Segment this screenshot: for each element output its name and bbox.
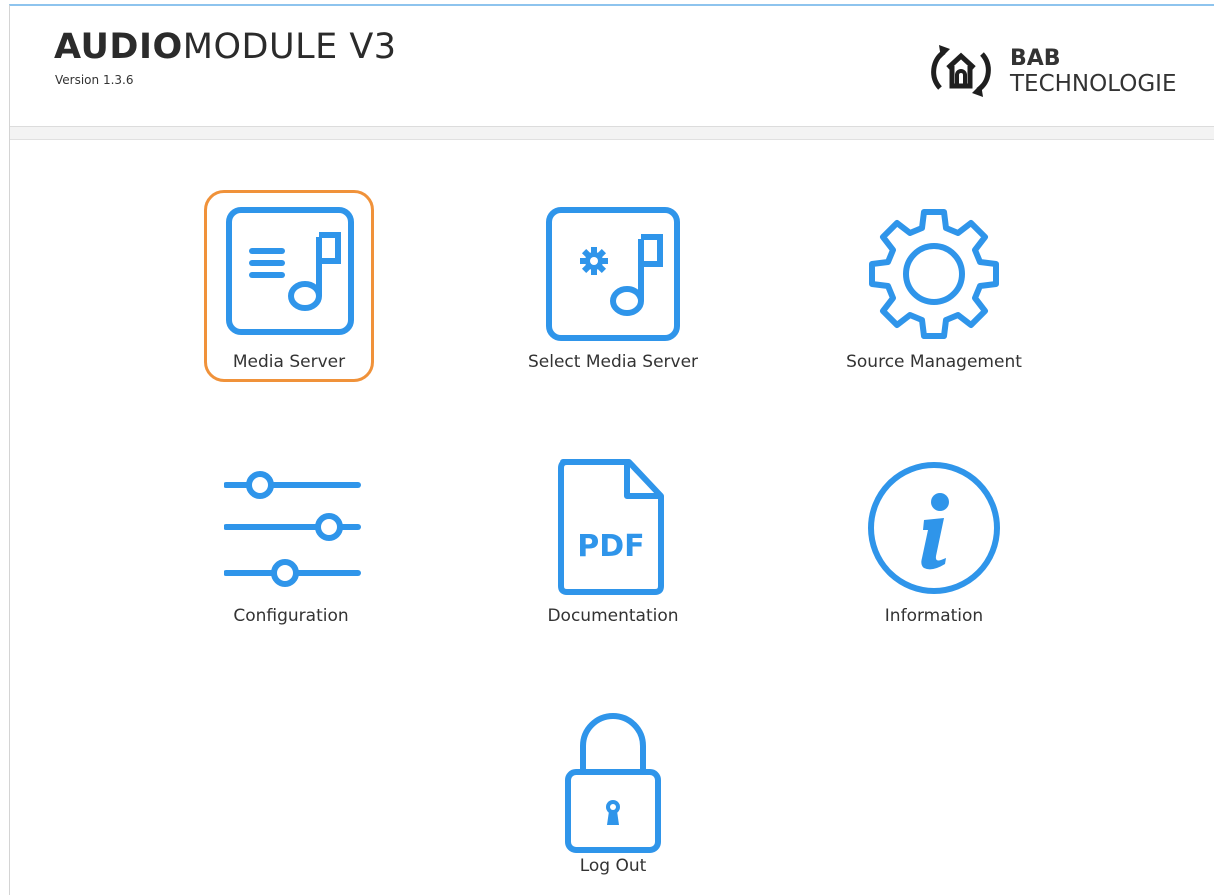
music-gear-icon [546, 207, 680, 341]
info-icon [868, 462, 1000, 594]
tile-select-media-server[interactable]: Select Media Server [518, 190, 708, 382]
tile-label: Information [884, 606, 984, 626]
app-title: AUDIOMODULE V3 [54, 30, 397, 65]
sliders-icon [224, 471, 361, 587]
version-label: Version 1.3.6 [55, 73, 134, 87]
tile-documentation[interactable]: PDF Documentation [518, 455, 708, 635]
tile-label: Source Management [846, 352, 1022, 372]
tile-label: Media Server [232, 352, 346, 372]
header-divider [10, 127, 1214, 140]
tile-information[interactable]: Information [834, 455, 1034, 635]
tile-label: Select Media Server [527, 352, 699, 372]
bab-house-logo-icon [931, 45, 991, 97]
bab-logo-text: BAB TECHNOLOGIE [1010, 46, 1176, 98]
music-list-icon [226, 207, 354, 335]
app-title-light: MODULE V3 [182, 27, 397, 67]
logo-line-2: TECHNOLOGIE [1010, 71, 1177, 98]
tile-configuration[interactable]: Configuration [206, 455, 376, 635]
tile-source-management[interactable]: Source Management [834, 190, 1034, 382]
tile-label: Configuration [233, 606, 349, 626]
tile-label: Documentation [547, 606, 679, 626]
pdf-document-icon: PDF [558, 459, 664, 595]
lock-icon [565, 713, 661, 853]
gear-icon [869, 209, 999, 339]
tile-log-out[interactable]: Log Out [518, 705, 708, 885]
app-title-bold: AUDIO [54, 27, 183, 67]
logo-line-1: BAB [1010, 46, 1061, 71]
tile-media-server[interactable]: Media Server [204, 190, 374, 382]
tile-label: Log Out [579, 856, 647, 876]
pdf-label: PDF [577, 529, 644, 564]
